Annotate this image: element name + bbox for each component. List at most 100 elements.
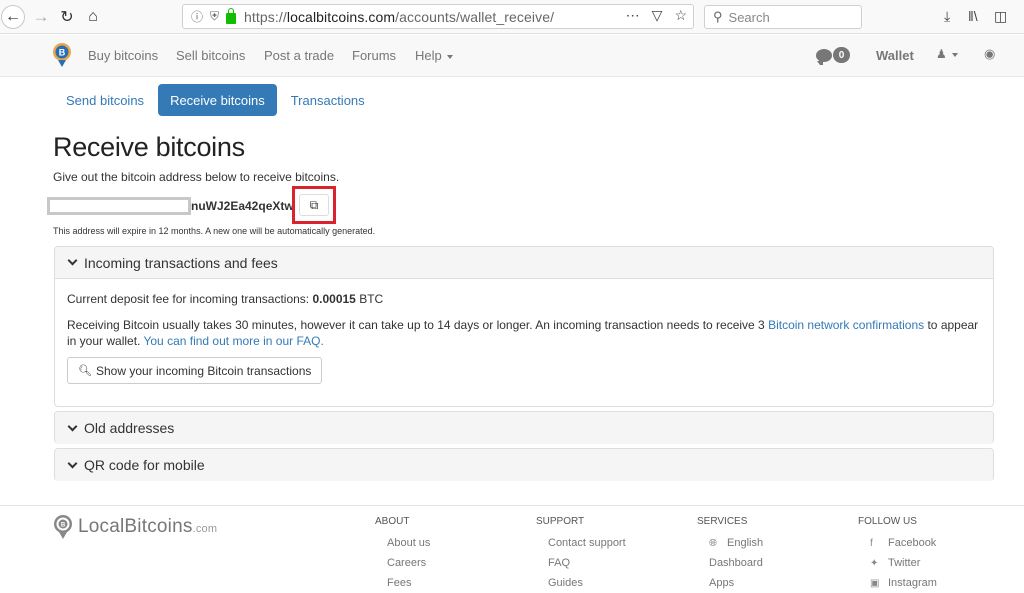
- svg-text:B: B: [59, 48, 66, 58]
- nav-post-a-trade[interactable]: Post a trade: [264, 48, 334, 63]
- url-text[interactable]: https://localbitcoins.com/accounts/walle…: [244, 9, 554, 25]
- url-actions: ⋯ ▽ ☆: [626, 7, 687, 24]
- footer-link-twitter[interactable]: ✦ Twitter: [870, 553, 937, 573]
- footer-link-english[interactable]: 🌐︎ English: [709, 533, 763, 553]
- footer-logo-text: LocalBitcoins.com: [78, 516, 217, 538]
- home-icon[interactable]: ⌂: [80, 4, 106, 30]
- footer-link-faq[interactable]: FAQ: [548, 553, 626, 573]
- forward-icon[interactable]: →: [28, 4, 54, 30]
- twitter-icon: ✦: [870, 557, 879, 569]
- fee-label: Current deposit fee for incoming transac…: [67, 292, 313, 306]
- search-icon: ⚲: [713, 9, 723, 24]
- download-icon[interactable]: ⤓: [944, 8, 950, 25]
- footer: B LocalBitcoins.com ABOUT About us Caree…: [0, 505, 1024, 589]
- footer-col-support: SUPPORT Contact support FAQ Guides: [536, 516, 626, 593]
- qr-code-header[interactable]: QR code for mobile: [55, 449, 993, 481]
- nav-wallet[interactable]: Wallet: [876, 48, 914, 63]
- search-icon: 🔍︎: [78, 364, 92, 377]
- caret-down-icon: [446, 54, 453, 59]
- footer-heading: ABOUT: [375, 516, 410, 527]
- link-label: About us: [387, 537, 431, 549]
- old-addresses-panel: Old addresses: [54, 411, 994, 444]
- copy-address-button[interactable]: ⧉: [299, 194, 329, 216]
- incoming-transactions-panel: Incoming transactions and fees Current d…: [54, 246, 994, 407]
- old-addresses-header[interactable]: Old addresses: [55, 412, 993, 444]
- address-redaction: [47, 197, 191, 215]
- nav-help-label: Help: [415, 48, 442, 63]
- link-label: Contact support: [548, 537, 626, 549]
- footer-link-about-us[interactable]: About us: [387, 533, 430, 553]
- sidebar-icon[interactable]: ◫: [994, 8, 1007, 25]
- footer-logo[interactable]: B LocalBitcoins.com: [53, 514, 217, 540]
- reload-icon[interactable]: ↻: [54, 4, 80, 30]
- dashboard-icon[interactable]: ◉: [984, 46, 995, 62]
- chevron-down-icon: [67, 421, 78, 431]
- faq-link[interactable]: You can find out more in our FAQ.: [143, 334, 323, 348]
- show-incoming-transactions-button[interactable]: 🔍︎ Show your incoming Bitcoin transactio…: [67, 357, 323, 384]
- chevron-down-icon: [67, 255, 78, 266]
- site-navbar: B Buy bitcoins Sell bitcoins Post a trad…: [0, 35, 1024, 77]
- link-label: Dashboard: [709, 557, 763, 569]
- footer-link-dashboard[interactable]: Dashboard: [709, 553, 763, 573]
- link-label: FAQ: [548, 557, 571, 569]
- info-icon[interactable]: ⓘ: [191, 8, 203, 25]
- link-label: Careers: [387, 557, 427, 569]
- chat-bubble-icon: [816, 48, 832, 65]
- link-label: Guides: [548, 577, 583, 589]
- user-menu[interactable]: ♟: [936, 47, 958, 61]
- link-label: Instagram: [888, 577, 937, 589]
- copy-highlight-box: ⧉: [292, 186, 336, 224]
- panel-title: Incoming transactions and fees: [84, 254, 278, 271]
- info-text: Receiving Bitcoin usually takes 30 minut…: [67, 318, 769, 332]
- fee-unit: BTC: [355, 292, 384, 306]
- footer-col-about: ABOUT About us Careers Fees: [375, 516, 430, 593]
- chat-count-badge: 0: [833, 47, 850, 63]
- nav-sell-bitcoins[interactable]: Sell bitcoins: [176, 48, 245, 63]
- qr-code-panel: QR code for mobile: [54, 448, 994, 481]
- link-label: Apps: [709, 577, 735, 589]
- chevron-down-icon: [67, 458, 78, 468]
- bookmark-star-icon[interactable]: ☆: [674, 7, 687, 24]
- browser-search-input[interactable]: ⚲ Search: [704, 5, 862, 29]
- wallet-tabs: Send bitcoins Receive bitcoins Transacti…: [54, 84, 379, 116]
- receiving-info: Receiving Bitcoin usually takes 30 minut…: [67, 317, 981, 349]
- chat-button[interactable]: 0: [816, 47, 850, 65]
- facebook-icon: f: [870, 537, 873, 549]
- tab-send-bitcoins[interactable]: Send bitcoins: [54, 84, 156, 116]
- search-placeholder: Search: [728, 9, 770, 25]
- incoming-transactions-header[interactable]: Incoming transactions and fees: [55, 247, 993, 279]
- user-icon: ♟: [936, 47, 947, 61]
- tab-transactions[interactable]: Transactions: [279, 84, 377, 116]
- footer-link-facebook[interactable]: f Facebook: [870, 533, 937, 553]
- footer-heading: SUPPORT: [536, 516, 585, 527]
- panel-title: Old addresses: [84, 420, 175, 436]
- confirmations-link[interactable]: Bitcoin network confirmations: [768, 318, 924, 332]
- footer-link-careers[interactable]: Careers: [387, 553, 430, 573]
- url-scheme: https://: [244, 8, 287, 25]
- footer-link-fees[interactable]: Fees: [387, 573, 430, 593]
- footer-link-apps[interactable]: Apps: [709, 573, 763, 593]
- nav-help[interactable]: Help: [415, 48, 453, 63]
- nav-buy-bitcoins[interactable]: Buy bitcoins: [88, 48, 158, 63]
- expire-note: This address will expire in 12 months. A…: [53, 226, 376, 236]
- nav-forums[interactable]: Forums: [352, 48, 396, 63]
- footer-heading: SERVICES: [697, 516, 748, 527]
- footer-link-guides[interactable]: Guides: [548, 573, 626, 593]
- intro-text: Give out the bitcoin address below to re…: [53, 170, 340, 184]
- link-label: Twitter: [888, 557, 921, 569]
- tracking-shield-icon[interactable]: ⛨: [210, 9, 219, 24]
- library-icon[interactable]: ‖\: [968, 8, 978, 24]
- bitcoin-address: nuWJ2Ea42qeXtw: [47, 196, 294, 216]
- url-bar[interactable]: ⓘ ⛨ https://localbitcoins.com/accounts/w…: [182, 4, 694, 29]
- back-icon[interactable]: ←: [1, 5, 25, 29]
- pocket-icon[interactable]: ▽: [652, 7, 663, 24]
- address-text[interactable]: nuWJ2Ea42qeXtw: [191, 199, 294, 213]
- more-icon[interactable]: ⋯: [626, 7, 640, 24]
- incoming-transactions-body: Current deposit fee for incoming transac…: [55, 279, 993, 396]
- globe-icon: 🌐︎: [709, 537, 717, 549]
- footer-link-contact-support[interactable]: Contact support: [548, 533, 626, 553]
- tab-receive-bitcoins[interactable]: Receive bitcoins: [158, 84, 277, 116]
- footer-link-instagram[interactable]: ▣ Instagram: [870, 573, 937, 593]
- lock-icon[interactable]: [226, 7, 237, 24]
- localbitcoins-logo-icon[interactable]: B: [52, 42, 72, 68]
